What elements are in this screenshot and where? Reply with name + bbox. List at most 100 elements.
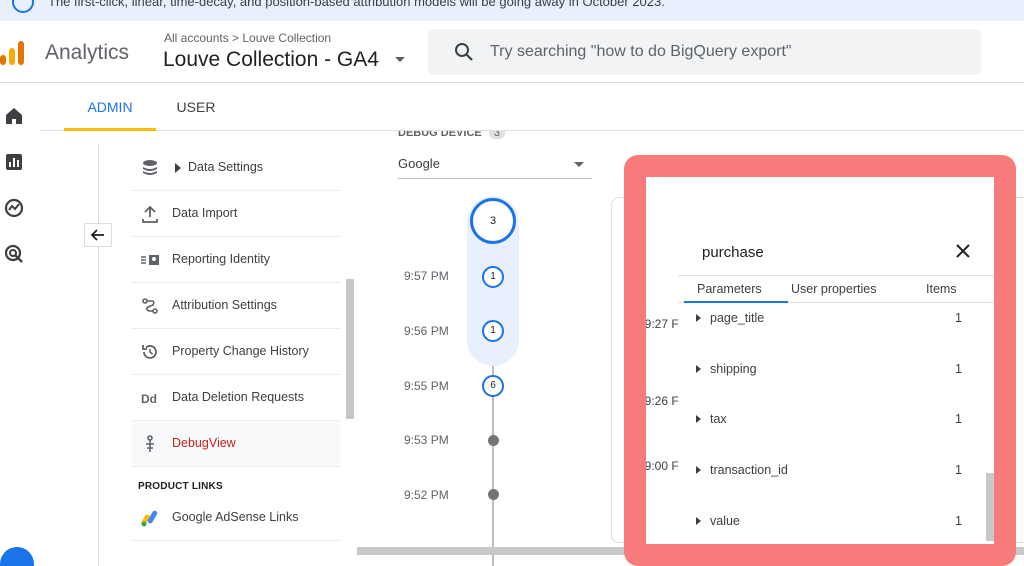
caret-right-icon — [696, 314, 701, 322]
admin-tabs: ADMIN USER — [40, 83, 1024, 131]
column-divider — [98, 145, 99, 566]
identity-icon — [141, 255, 159, 265]
close-icon[interactable] — [953, 241, 973, 261]
reports-icon[interactable] — [3, 151, 25, 173]
property-settings-menu: Data Settings Data Import Reporting Iden… — [132, 145, 340, 566]
menu-item-debugview[interactable]: DebugView — [132, 421, 340, 467]
back-button[interactable] — [84, 223, 112, 247]
search-input[interactable] — [490, 41, 960, 63]
menu-item-data-deletion-requests[interactable]: Dd Data Deletion Requests — [132, 375, 340, 421]
stream-time: 59:27 F — [646, 317, 679, 331]
parameter-name: tax — [710, 412, 727, 426]
caret-right-icon — [696, 517, 701, 525]
parameter-row[interactable]: shipping 1 — [692, 360, 972, 382]
timeline-time: 9:52 PM — [404, 488, 449, 502]
tab-user[interactable]: USER — [168, 83, 224, 131]
debug-icon — [146, 435, 154, 452]
chevron-down-icon — [574, 162, 584, 167]
debug-device-label-text: DEBUG DEVICE — [398, 131, 482, 139]
parameter-count: 1 — [955, 362, 962, 376]
section-title-product-links: PRODUCT LINKS — [138, 481, 223, 492]
parameter-name: transaction_id — [710, 463, 788, 477]
menu-item-label: Google AdSense Links — [172, 510, 299, 524]
explore-icon[interactable] — [3, 197, 25, 219]
parameter-name: shipping — [710, 362, 757, 376]
highlight-frame: purchase Parameters User properties Item… — [624, 155, 1016, 566]
panel-scrollbar[interactable] — [986, 473, 994, 541]
caret-right-icon — [696, 365, 701, 373]
stream-time: 59:00 F — [646, 459, 679, 473]
analytics-logo-icon[interactable] — [0, 39, 28, 67]
menu-item-data-settings[interactable]: Data Settings — [132, 145, 340, 191]
menu-item-data-import[interactable]: Data Import — [132, 191, 340, 237]
admin-gear-icon[interactable] — [0, 547, 34, 566]
adsense-icon — [141, 510, 158, 527]
debug-device-select[interactable]: Google — [398, 151, 592, 179]
chevron-down-icon[interactable] — [395, 57, 405, 62]
tab-parameters[interactable]: Parameters — [697, 282, 762, 296]
breadcrumb[interactable]: All accounts > Louve Collection — [164, 31, 331, 45]
advertising-icon[interactable] — [3, 243, 25, 265]
property-selector[interactable]: Louve Collection - GA4 — [163, 48, 379, 72]
home-icon[interactable] — [3, 105, 25, 127]
timeline-current-minute[interactable]: 3 — [470, 198, 516, 244]
parameter-count: 1 — [955, 514, 962, 528]
parameter-count: 1 — [955, 412, 962, 426]
search-icon — [455, 43, 473, 61]
menu-item-label: Property Change History — [172, 344, 309, 358]
menu-scrollbar[interactable] — [346, 279, 354, 419]
event-detail-panel: purchase Parameters User properties Item… — [646, 177, 994, 544]
parameter-count: 1 — [955, 311, 962, 325]
database-icon — [143, 160, 157, 175]
history-icon — [142, 345, 157, 359]
parameter-count: 1 — [955, 463, 962, 477]
caret-right-icon[interactable] — [174, 163, 182, 173]
caret-right-icon — [696, 415, 701, 423]
menu-item-label: DebugView — [172, 436, 236, 450]
timeline-node[interactable]: 6 — [482, 375, 504, 397]
device-select-value: Google — [398, 156, 440, 171]
menu-item-label: Attribution Settings — [172, 298, 277, 312]
app-header: Analytics All accounts > Louve Collectio… — [0, 21, 1024, 83]
menu-item-property-change-history[interactable]: Property Change History — [132, 329, 340, 375]
info-icon — [12, 0, 34, 13]
debug-device-label: DEBUG DEVICE 3 — [398, 131, 505, 139]
timeline-node[interactable]: 1 — [482, 320, 504, 342]
menu-item-label: Reporting Identity — [172, 252, 270, 266]
menu-item-attribution-settings[interactable]: Attribution Settings — [132, 283, 340, 329]
menu-item-label: Data Deletion Requests — [172, 390, 305, 404]
left-nav-rail — [0, 83, 40, 566]
app-name: Analytics — [45, 41, 130, 64]
event-name-title: purchase — [702, 244, 764, 261]
tab-admin[interactable]: ADMIN — [64, 83, 156, 131]
banner-text: The first-click, linear, time-decay, and… — [48, 0, 665, 9]
minutes-timeline: 3 9:57 PM 1 9:56 PM 1 9:55 PM 6 9:53 PM … — [380, 181, 610, 566]
tab-user-properties[interactable]: User properties — [791, 282, 876, 296]
info-banner: The first-click, linear, time-decay, and… — [0, 0, 1024, 21]
search-bar[interactable] — [428, 29, 981, 75]
caret-right-icon — [696, 466, 701, 474]
timeline-dot[interactable] — [488, 435, 499, 446]
device-count-badge: 3 — [488, 131, 505, 139]
dd-icon: Dd — [141, 392, 157, 406]
tab-items[interactable]: Items — [926, 282, 957, 296]
active-tab-indicator — [684, 301, 788, 303]
event-detail-tabs: Parameters User properties Items — [678, 275, 994, 303]
route-icon — [142, 298, 158, 314]
menu-item-google-adsense-links[interactable]: Google AdSense Links — [132, 495, 340, 541]
timeline-dot[interactable] — [488, 489, 499, 500]
timeline-time: 9:56 PM — [404, 324, 449, 338]
menu-item-label: Data Settings — [188, 160, 264, 174]
parameter-row[interactable]: tax 1 — [692, 410, 972, 432]
timeline-node[interactable]: 1 — [482, 266, 504, 288]
menu-item-reporting-identity[interactable]: Reporting Identity — [132, 237, 340, 283]
menu-item-label: Data Import — [172, 206, 238, 220]
stream-time: 59:26 F — [646, 394, 679, 408]
upload-icon — [142, 205, 158, 223]
timeline-time: 9:57 PM — [404, 269, 449, 283]
parameter-row[interactable]: value 1 — [692, 512, 972, 534]
parameter-row[interactable]: page_title 1 — [692, 309, 972, 331]
parameter-row[interactable]: transaction_id 1 — [692, 461, 972, 483]
parameter-name: value — [710, 514, 740, 528]
timeline-time: 9:53 PM — [404, 433, 449, 447]
